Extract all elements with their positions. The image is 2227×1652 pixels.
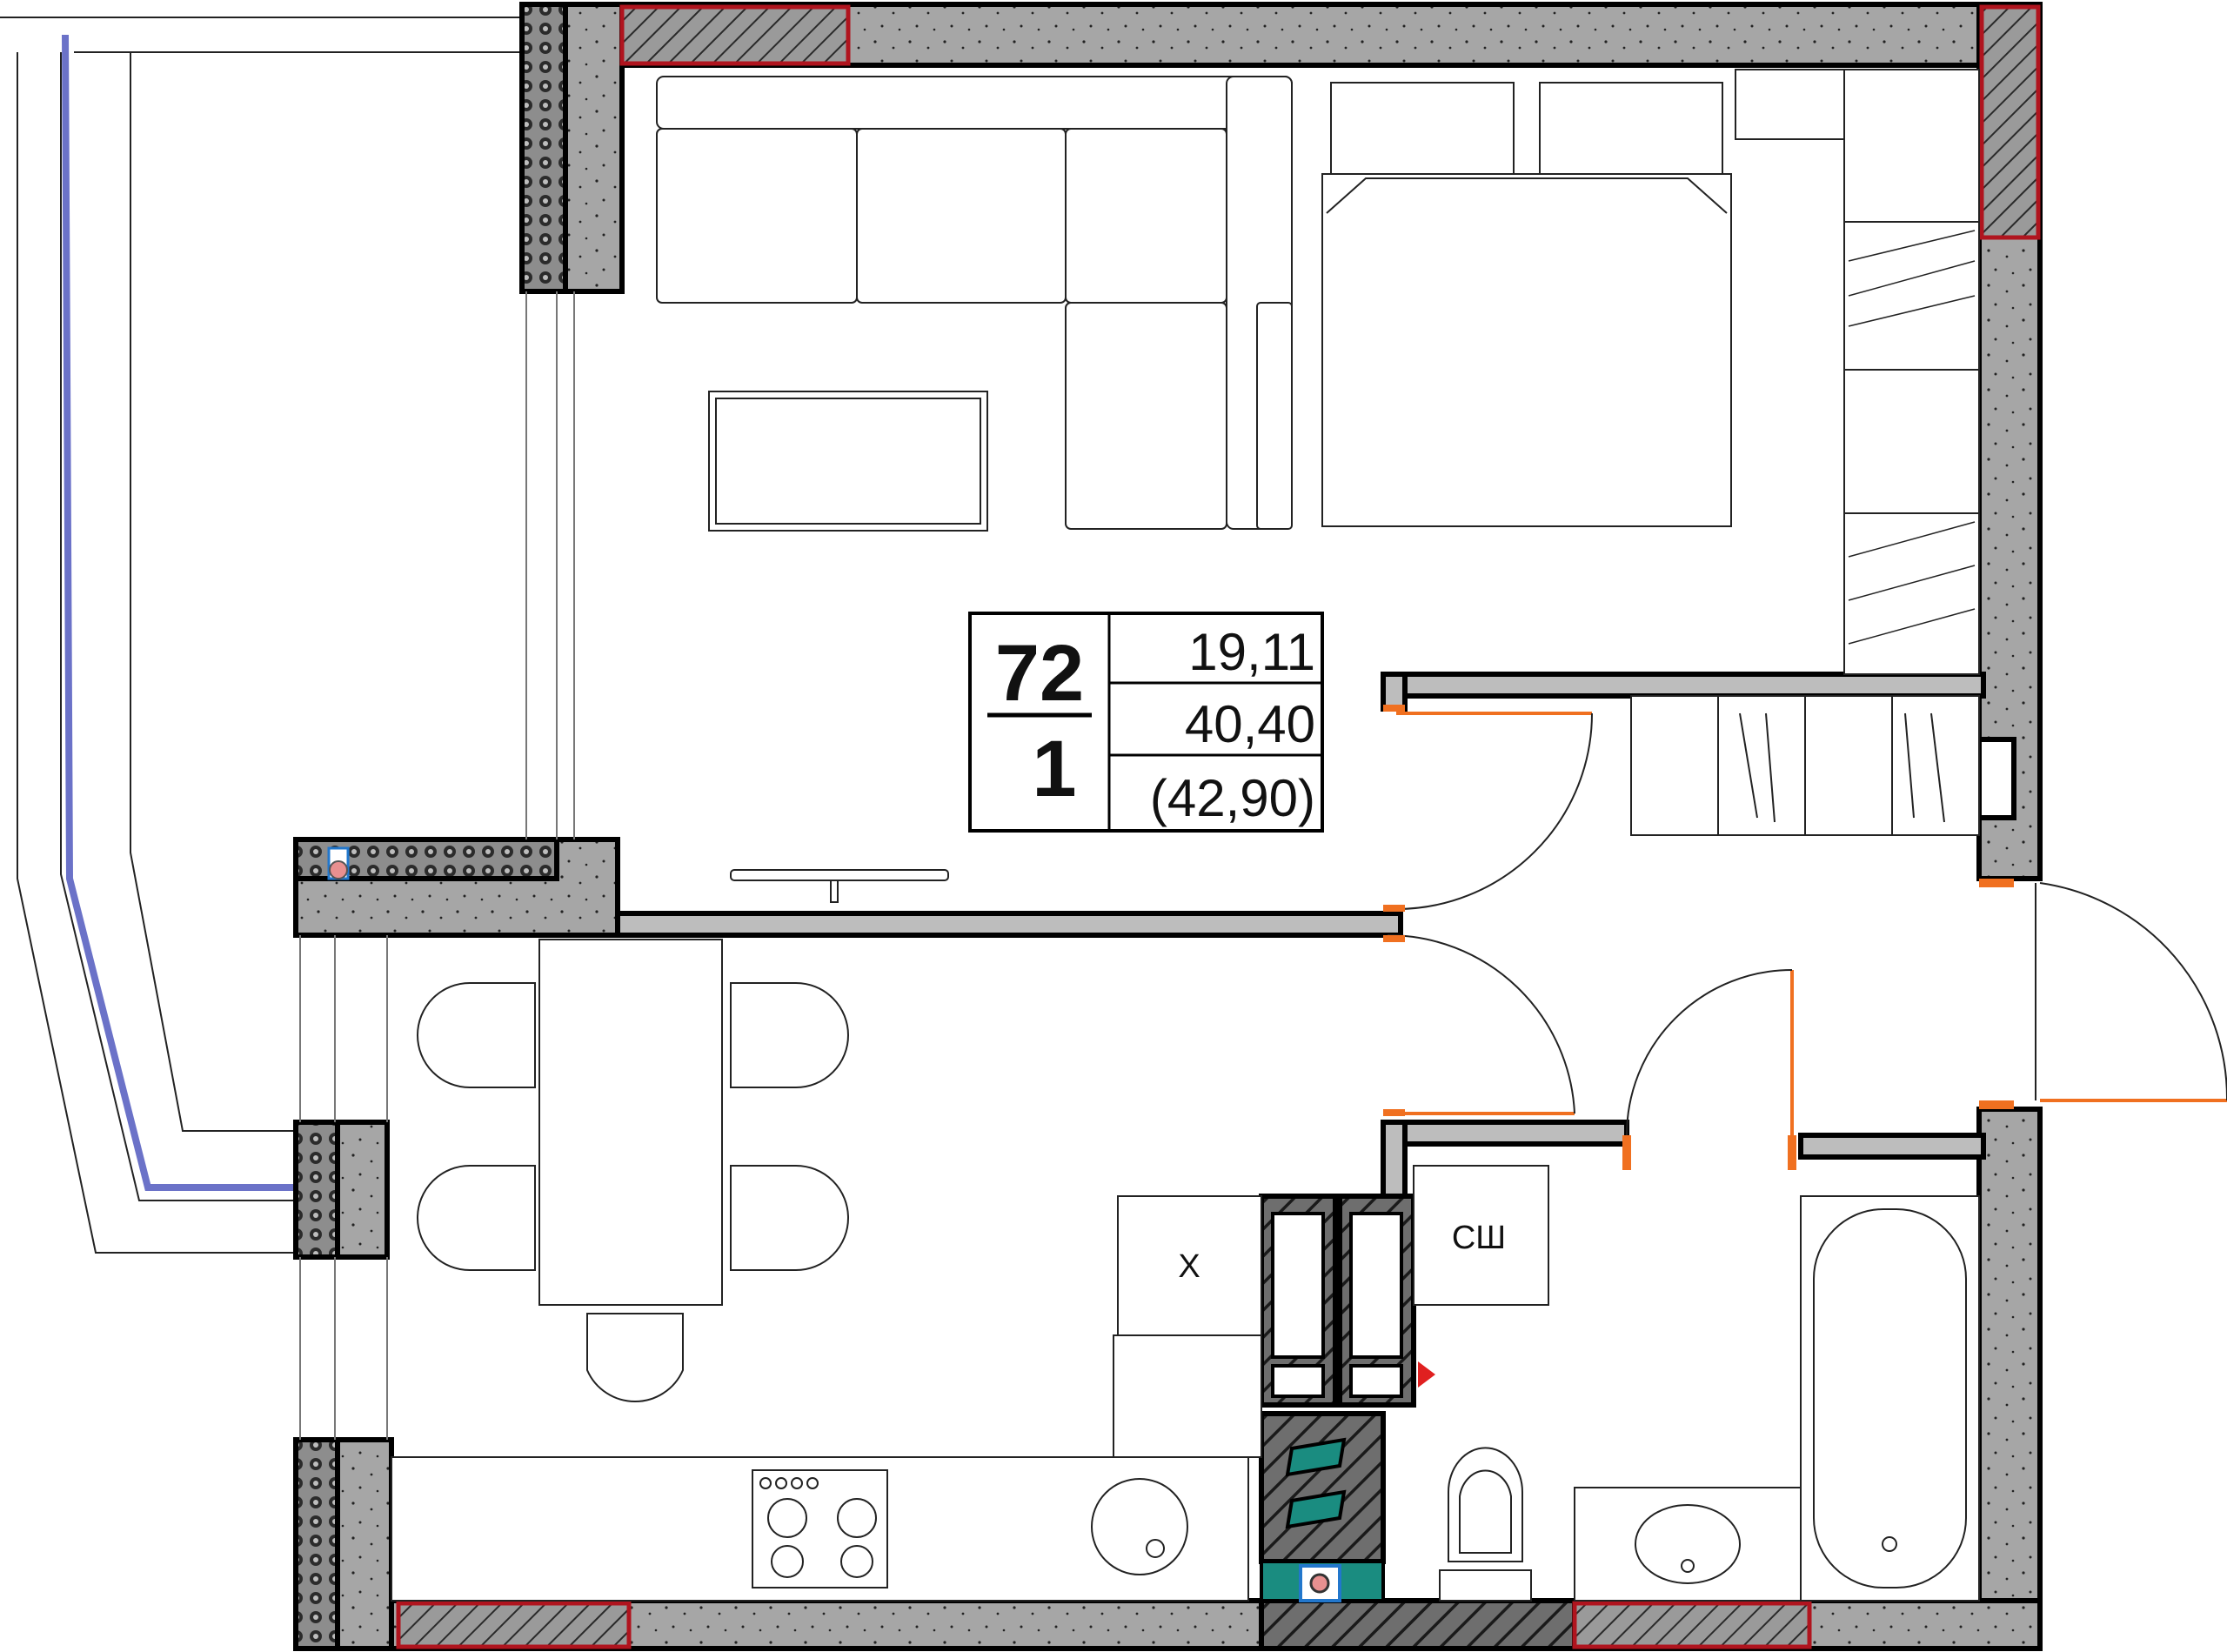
bed (1321, 69, 1845, 527)
kitchen-sink (1091, 1478, 1188, 1575)
fridge-label: Х (1178, 1248, 1200, 1285)
wall-box (1976, 737, 2016, 820)
wash-basin (1574, 1487, 1802, 1602)
wall-right-lower (1976, 1107, 2043, 1651)
total-area-with-balcony: (42,90) (1150, 769, 1315, 827)
balcony-glazing (62, 34, 318, 1191)
partition-living-kitchen (615, 911, 1403, 938)
area-table: 72 1 19,11 40,40 (42,90) (968, 612, 1324, 833)
floor-plan: Х СШ 72 1 19,11 40,40 (42,90) (0, 2, 2227, 1651)
tv (730, 869, 949, 903)
window-top-living (619, 4, 851, 66)
wall-left-lower (332, 1437, 394, 1651)
room-count: 1 (1032, 725, 1076, 813)
partition-bath-post (1381, 1120, 1408, 1199)
wall-left-pier (332, 1120, 390, 1260)
wardrobe-label: СШ (1452, 1220, 1506, 1256)
bedroom-wardrobe (1843, 69, 1980, 675)
vent-shaft-lower (1259, 1411, 1386, 1564)
window-right-bedroom (1979, 4, 2041, 240)
balcony-door-dot (329, 860, 348, 880)
dining-table (538, 939, 723, 1306)
partition-bath-right (1798, 1133, 1986, 1160)
hall-wardrobe (1630, 695, 1980, 836)
insulation-left-pier (293, 1120, 340, 1260)
wall-top-left-pier (563, 2, 625, 294)
bathtub (1800, 1195, 1980, 1602)
total-area: 40,40 (1185, 695, 1315, 753)
insulation-left-lower (293, 1437, 340, 1651)
toilet (1439, 1447, 1532, 1602)
partition-hall-top (1381, 672, 1986, 699)
dining-set (417, 939, 849, 1403)
partition-hall-post (1381, 672, 1408, 712)
living-area: 19,11 (1188, 623, 1315, 681)
window-bottom-bath (1572, 1601, 1812, 1649)
coffee-table (708, 391, 988, 532)
apartment-number: 72 (995, 629, 1084, 718)
stove (752, 1469, 888, 1588)
shaft-bottom (1259, 1598, 1577, 1651)
window-bottom-kitchen (396, 1601, 632, 1649)
partition-bath-left (1381, 1120, 1629, 1147)
